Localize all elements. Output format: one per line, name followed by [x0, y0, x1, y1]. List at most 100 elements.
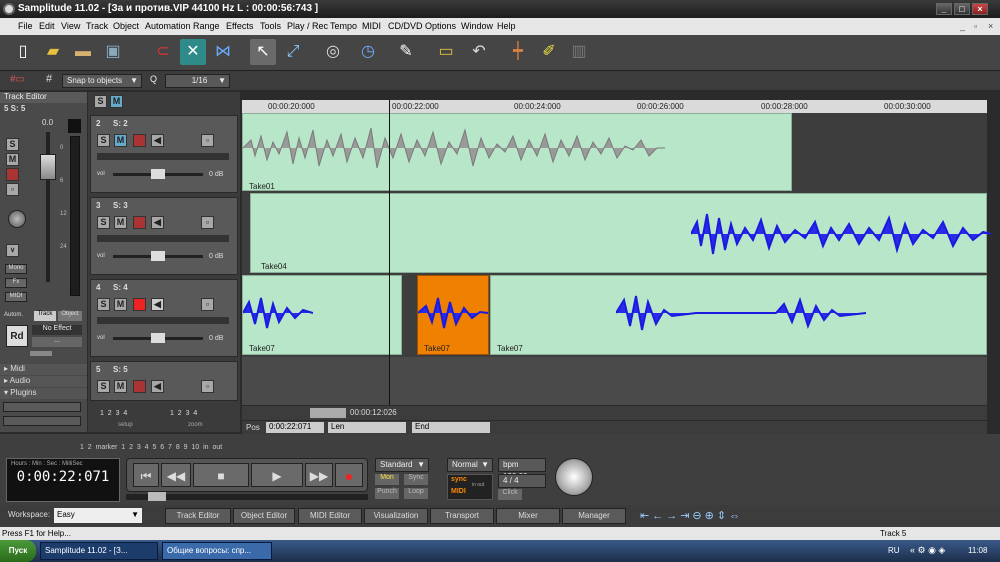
marker-button[interactable]: 2	[129, 444, 133, 451]
mute-button[interactable]: M	[114, 216, 127, 229]
out-button[interactable]: out	[212, 444, 222, 451]
monitor-icon[interactable]: ◀	[151, 380, 164, 393]
selected-audio-clip[interactable]: Take07	[417, 275, 489, 355]
visualization-button[interactable]: Visualization	[364, 508, 428, 524]
mon-button[interactable]: Mon	[375, 474, 399, 485]
section-audio[interactable]: ▸ Audio	[0, 376, 87, 387]
snap-mode-icon[interactable]: #▭	[10, 74, 25, 85]
track-name[interactable]: S: 2	[113, 119, 128, 128]
marker-button[interactable]: 7	[168, 444, 172, 451]
te-phase-button[interactable]: ∨	[6, 244, 19, 257]
playback-cursor[interactable]	[389, 100, 390, 405]
audio-clip[interactable]: Take07	[490, 275, 987, 355]
taskbar-item-browser[interactable]: Общие вопросы: спр...	[162, 542, 272, 560]
menu-help[interactable]: Help	[497, 21, 516, 31]
record-mode-select[interactable]: Standard ▼	[375, 458, 429, 472]
shuttle-handle[interactable]	[148, 492, 166, 501]
global-mute-button[interactable]: M	[110, 95, 123, 108]
marker-button[interactable]: 9	[184, 444, 188, 451]
scroll-thumb[interactable]	[310, 408, 346, 418]
object-editor-button[interactable]: Object Editor	[233, 508, 295, 524]
bpm-field[interactable]: bpm 120.00	[498, 458, 546, 481]
menu-track[interactable]: Track	[86, 21, 108, 31]
mixer-button[interactable]: Mixer	[496, 508, 560, 524]
time-display[interactable]: Hours : Min : Sec : MilliSec 0:00:22:071	[6, 458, 120, 502]
marker-button[interactable]: 6	[160, 444, 164, 451]
load-audio-icon[interactable]: ▬	[70, 39, 96, 65]
marker-button[interactable]: 10	[191, 444, 199, 451]
workspace-select[interactable]: Easy ▼	[54, 508, 142, 523]
punch-button[interactable]: Punch	[375, 488, 399, 499]
marker-button[interactable]: 1	[121, 444, 125, 451]
effect-slot[interactable]: No Effect	[32, 325, 82, 335]
mdi-restore-icon[interactable]: ▫	[974, 21, 977, 31]
rewind-start-icon[interactable]: ⏮	[133, 463, 159, 487]
time-stretch-icon[interactable]: ◷	[355, 39, 381, 65]
tab-track[interactable]: Track	[34, 311, 56, 321]
stop-icon[interactable]: ■	[193, 463, 249, 487]
zoom-3[interactable]: 3	[186, 410, 190, 417]
cut-tool-icon[interactable]: ┿	[505, 39, 531, 65]
zoom-tool-icon[interactable]: ◎	[320, 39, 346, 65]
record-button[interactable]	[133, 380, 146, 393]
volume-tool-icon[interactable]: ▭	[433, 39, 459, 65]
save-icon[interactable]: ▣	[100, 39, 126, 65]
arrangement-area[interactable]: Take01 Take04 Take07 Take07 Take07	[242, 113, 991, 405]
new-file-icon[interactable]: ▯	[10, 39, 36, 65]
audio-clip[interactable]: Take04	[250, 193, 991, 273]
marker-pen-icon[interactable]: ✐	[536, 39, 562, 65]
lock-icon[interactable]: ▫	[201, 134, 214, 147]
quantize-select[interactable]: 1/16 ▼	[165, 74, 230, 88]
record-button[interactable]	[133, 134, 146, 147]
maximize-button[interactable]: □	[954, 3, 970, 15]
menu-options[interactable]: Options	[425, 21, 456, 31]
play-icon[interactable]: ▶	[251, 463, 303, 487]
menu-tools[interactable]: Tools	[260, 21, 281, 31]
setup-3[interactable]: 3	[116, 410, 120, 417]
track-name[interactable]: S: 5	[113, 365, 128, 374]
plugin-slot-2[interactable]	[3, 416, 81, 426]
setup-2[interactable]: 2	[108, 410, 112, 417]
lock-icon[interactable]: ▫	[201, 380, 214, 393]
pos-value[interactable]: 0:00:22:071	[266, 422, 324, 433]
mono-button[interactable]: Mono	[5, 264, 27, 274]
midi-editor-button[interactable]: MIDI Editor	[298, 508, 362, 524]
menu-play-rec[interactable]: Play / Rec	[287, 21, 328, 31]
marker-button[interactable]: 3	[137, 444, 141, 451]
mdi-close-icon[interactable]: ×	[988, 21, 993, 31]
tray-icons[interactable]: « ⚙ ◉ ◈	[910, 545, 945, 556]
lock-icon[interactable]: ▫	[201, 298, 214, 311]
menu-cd-dvd[interactable]: CD/DVD	[388, 21, 423, 31]
solo-button[interactable]: S	[97, 216, 110, 229]
te-pan-slider[interactable]	[30, 351, 52, 356]
end-field[interactable]: End	[412, 422, 490, 433]
menu-object[interactable]: Object	[113, 21, 139, 31]
te-solo-button[interactable]: S	[6, 138, 19, 151]
horizontal-scrollbar[interactable]: 00:00:12:026	[242, 406, 987, 420]
audio-clip[interactable]: Take07	[242, 275, 402, 355]
language-indicator[interactable]: RU	[888, 546, 900, 555]
menu-midi[interactable]: MIDI	[362, 21, 381, 31]
effect-more-button[interactable]: ...	[32, 337, 82, 347]
fx-button[interactable]: Fx	[5, 278, 27, 288]
track-name[interactable]: S: 3	[113, 201, 128, 210]
range-tool-icon[interactable]: ⤢	[280, 39, 306, 65]
midi-button[interactable]: MIDI	[5, 292, 27, 302]
solo-button[interactable]: S	[97, 134, 110, 147]
record-icon[interactable]: ●	[335, 463, 363, 487]
undo-icon[interactable]: ↶	[466, 39, 492, 65]
minimize-button[interactable]: _	[936, 3, 952, 15]
snap-select[interactable]: Snap to objects ▼	[62, 74, 142, 88]
open-folder-icon[interactable]: ▰	[40, 39, 66, 65]
zoom-2[interactable]: 2	[178, 410, 182, 417]
record-button[interactable]	[133, 216, 146, 229]
tab-object[interactable]: Object	[58, 311, 82, 321]
mute-button[interactable]: M	[114, 298, 127, 311]
marker-button[interactable]: 5	[152, 444, 156, 451]
volume-slider-handle[interactable]	[151, 251, 165, 261]
click-button[interactable]: Click	[498, 489, 522, 500]
transport-button[interactable]: Transport	[430, 508, 494, 524]
mute-button[interactable]: M	[114, 134, 127, 147]
taskbar-item-samplitude[interactable]: Samplitude 11.02 - [З...	[40, 542, 158, 560]
split-icon[interactable]: ⋈	[210, 39, 236, 65]
